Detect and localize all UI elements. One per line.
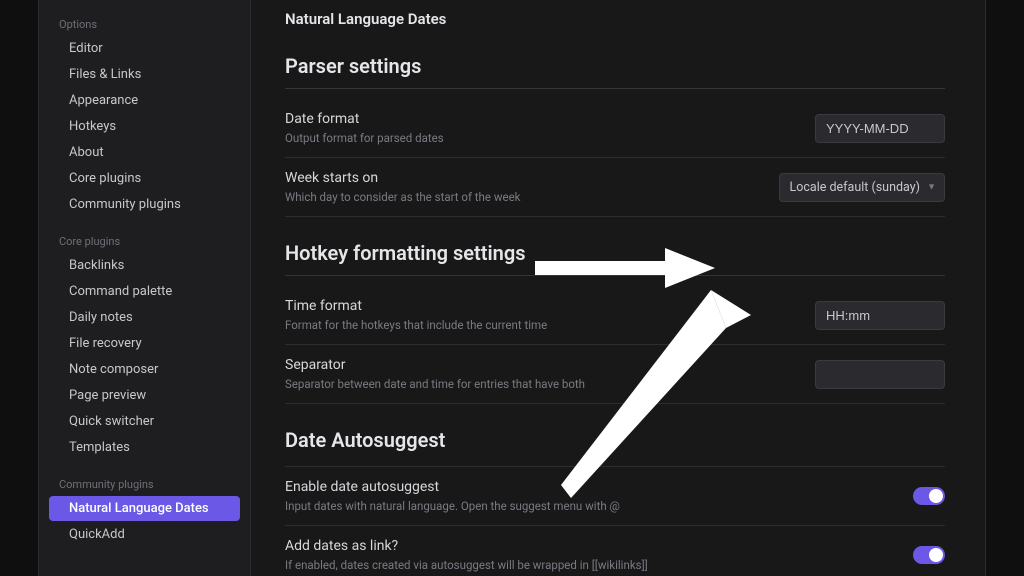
sidebar-item-page-preview[interactable]: Page preview (49, 383, 240, 408)
setting-text: Add dates as link? If enabled, dates cre… (285, 538, 893, 572)
setting-row-separator: Separator Separator between date and tim… (285, 345, 945, 404)
setting-text: Separator Separator between date and tim… (285, 357, 795, 391)
time-format-input[interactable] (815, 301, 945, 330)
setting-desc: Format for the hotkeys that include the … (285, 318, 795, 332)
sidebar-item-file-recovery[interactable]: File recovery (49, 331, 240, 356)
setting-text: Date format Output format for parsed dat… (285, 111, 795, 145)
setting-row-enable-autosuggest: Enable date autosuggest Input dates with… (285, 466, 945, 526)
setting-row-add-dates-as-link: Add dates as link? If enabled, dates cre… (285, 526, 945, 576)
setting-row-time-format: Time format Format for the hotkeys that … (285, 286, 945, 345)
setting-row-week-starts-on: Week starts on Which day to consider as … (285, 158, 945, 217)
setting-desc: Input dates with natural language. Open … (285, 499, 893, 513)
setting-text: Time format Format for the hotkeys that … (285, 298, 795, 332)
page-title: Natural Language Dates (285, 10, 945, 28)
sidebar-item-daily-notes[interactable]: Daily notes (49, 305, 240, 330)
setting-desc: Which day to consider as the start of th… (285, 190, 759, 204)
sidebar-item-quickadd[interactable]: QuickAdd (49, 522, 240, 547)
settings-main: Natural Language Dates Parser settings D… (251, 0, 985, 576)
chevron-down-icon: ▼ (927, 182, 936, 193)
sidebar-item-quick-switcher[interactable]: Quick switcher (49, 409, 240, 434)
sidebar-section-label-options: Options (39, 12, 250, 35)
sidebar-item-command-palette[interactable]: Command palette (49, 279, 240, 304)
sidebar-item-hotkeys[interactable]: Hotkeys (49, 114, 240, 139)
setting-desc: Output format for parsed dates (285, 131, 795, 145)
setting-name: Time format (285, 298, 795, 314)
date-format-input[interactable] (815, 114, 945, 143)
sidebar-section-label-core-plugins: Core plugins (39, 229, 250, 252)
select-value: Locale default (sunday) (790, 180, 920, 195)
add-dates-link-toggle[interactable] (913, 546, 945, 564)
setting-text: Week starts on Which day to consider as … (285, 170, 759, 204)
setting-name: Separator (285, 357, 795, 373)
section-heading-date-autosuggest: Date Autosuggest (285, 428, 945, 452)
setting-name: Week starts on (285, 170, 759, 186)
sidebar-item-editor[interactable]: Editor (49, 36, 240, 61)
setting-name: Date format (285, 111, 795, 127)
setting-name: Add dates as link? (285, 538, 893, 554)
section-heading-parser-settings: Parser settings (285, 54, 945, 89)
separator-input[interactable] (815, 360, 945, 389)
sidebar-item-backlinks[interactable]: Backlinks (49, 253, 240, 278)
setting-text: Enable date autosuggest Input dates with… (285, 479, 893, 513)
setting-desc: If enabled, dates created via autosugges… (285, 558, 893, 572)
setting-row-date-format: Date format Output format for parsed dat… (285, 99, 945, 158)
sidebar-item-templates[interactable]: Templates (49, 435, 240, 460)
sidebar-item-files-links[interactable]: Files & Links (49, 62, 240, 87)
week-starts-select[interactable]: Locale default (sunday) ▼ (779, 173, 945, 202)
setting-name: Enable date autosuggest (285, 479, 893, 495)
sidebar-item-about[interactable]: About (49, 140, 240, 165)
sidebar-item-community-plugins[interactable]: Community plugins (49, 192, 240, 217)
sidebar-item-core-plugins[interactable]: Core plugins (49, 166, 240, 191)
sidebar-item-natural-language-dates[interactable]: Natural Language Dates (49, 496, 240, 521)
sidebar-item-note-composer[interactable]: Note composer (49, 357, 240, 382)
section-heading-hotkey-formatting: Hotkey formatting settings (285, 241, 945, 276)
enable-autosuggest-toggle[interactable] (913, 487, 945, 505)
setting-desc: Separator between date and time for entr… (285, 377, 795, 391)
settings-sidebar: Options Editor Files & Links Appearance … (39, 0, 251, 576)
sidebar-section-label-community-plugins: Community plugins (39, 472, 250, 495)
sidebar-item-appearance[interactable]: Appearance (49, 88, 240, 113)
